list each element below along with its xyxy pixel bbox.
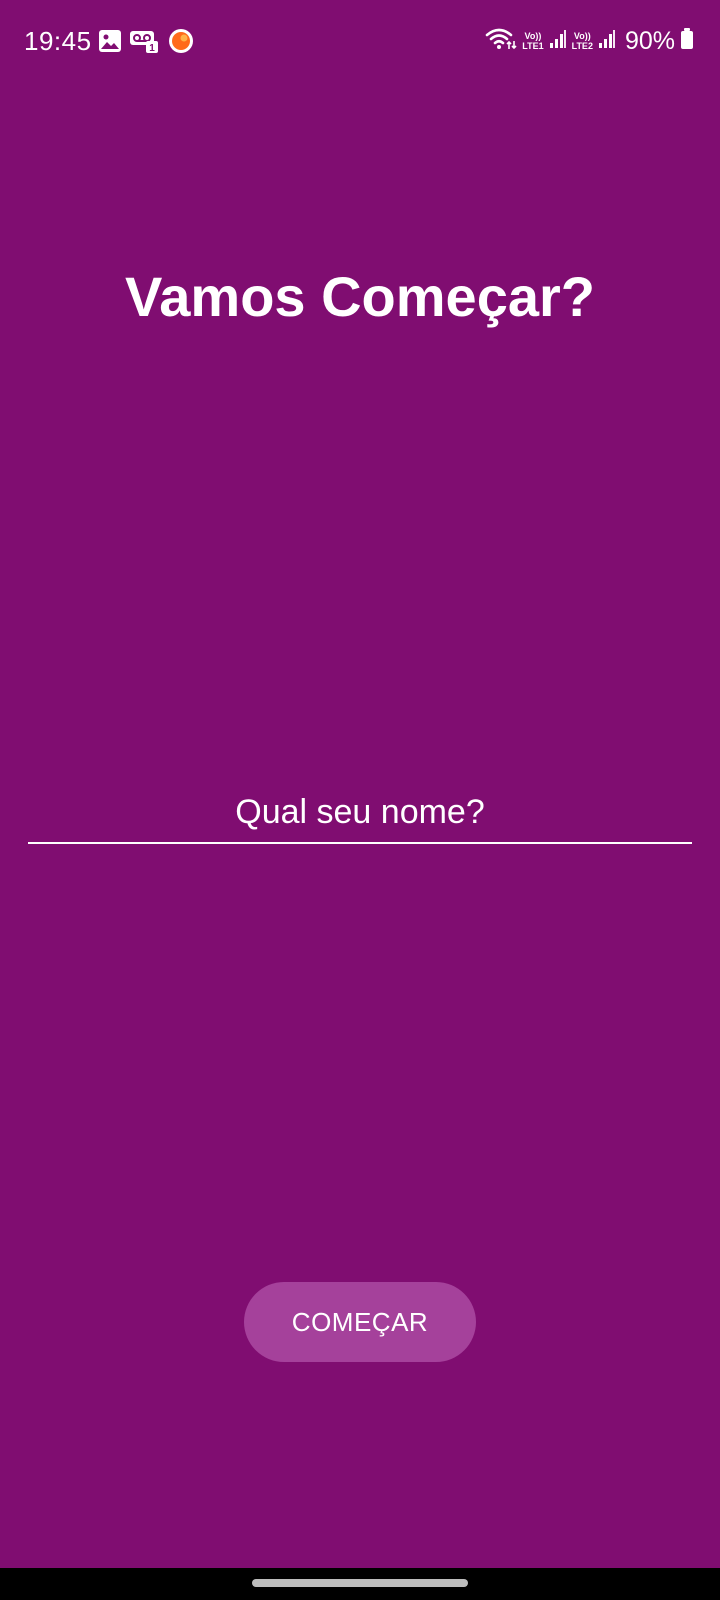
signal-sim1-icon (549, 29, 567, 54)
signal-sim2-icon (598, 29, 616, 54)
app-notification-icon (168, 28, 194, 59)
status-bar: 19:45 1 Vo)) LTE1 Vo)) LTE2 90% (0, 0, 720, 84)
gallery-icon (98, 29, 122, 58)
battery-icon (680, 27, 694, 55)
notification-icons: 1 (98, 28, 194, 59)
status-time: 19:45 (24, 26, 92, 56)
sim2-lte-label: LTE2 (571, 41, 593, 51)
sim2-volte-label: Vo)) (573, 31, 591, 41)
battery-percentage: 90% (624, 27, 675, 55)
start-button[interactable]: COMEÇAR (244, 1282, 476, 1362)
navigation-bar (0, 1568, 720, 1600)
wifi-icon (485, 27, 517, 56)
sim1-lte-label: LTE1 (522, 41, 544, 51)
sim1-label: Vo)) LTE1 (522, 31, 543, 51)
home-gesture-handle[interactable] (252, 1579, 468, 1587)
sim2-label: Vo)) LTE2 (572, 31, 593, 51)
svg-text:1: 1 (149, 43, 155, 53)
app-screen: 19:45 1 Vo)) LTE1 Vo)) LTE2 90% Vamos Co… (0, 0, 720, 1568)
name-input[interactable] (28, 782, 692, 844)
system-icons: Vo)) LTE1 Vo)) LTE2 90% (485, 26, 694, 56)
sim1-volte-label: Vo)) (524, 31, 542, 41)
voicemail-icon: 1 (130, 29, 160, 58)
page-title: Vamos Começar? (125, 265, 595, 328)
